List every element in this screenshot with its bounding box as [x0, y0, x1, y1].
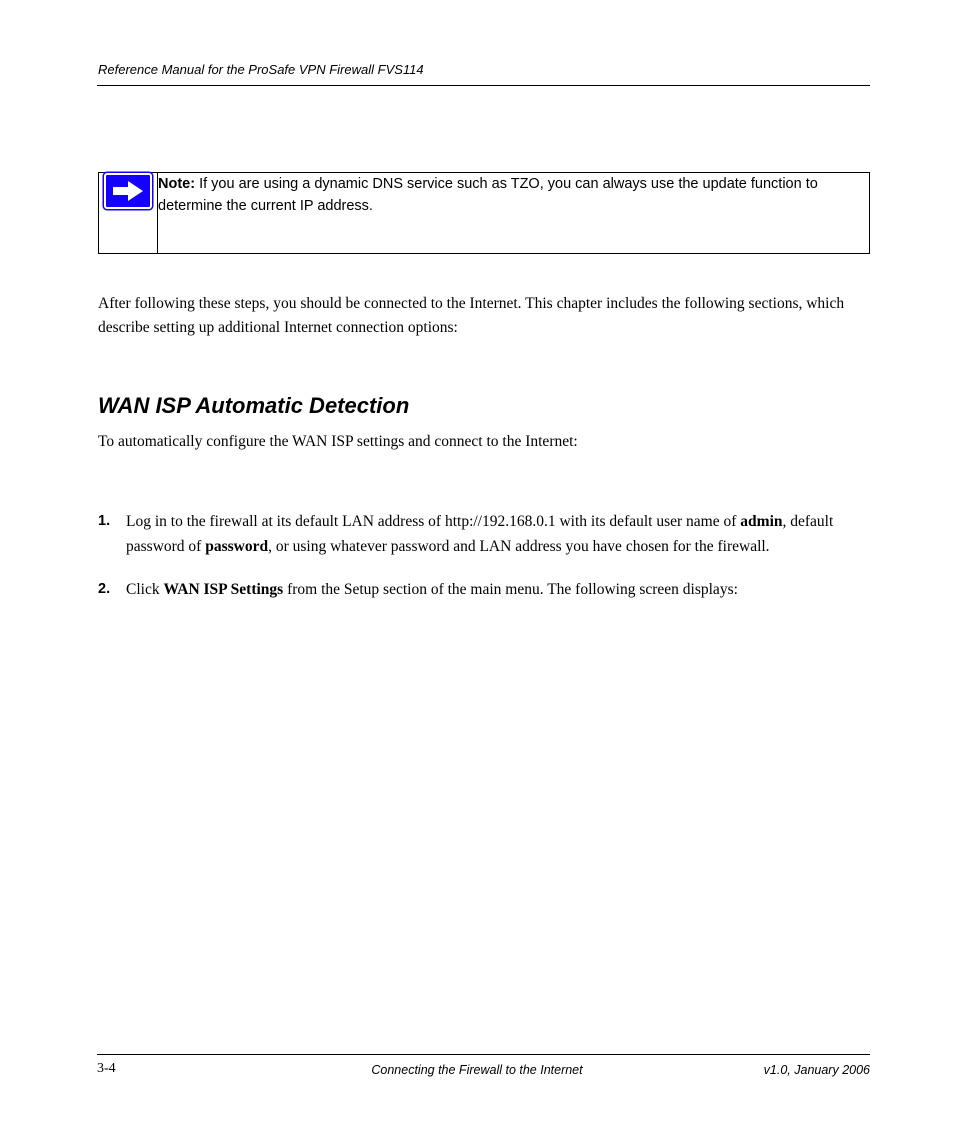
footer-version: v1.0, January 2006 [764, 1063, 870, 1077]
bold-password: password [205, 538, 268, 555]
header-rule [97, 85, 870, 86]
running-header: Reference Manual for the ProSafe VPN Fir… [98, 62, 424, 77]
bold-menu-item: WAN ISP Settings [163, 581, 283, 598]
heading-intro: To automatically configure the WAN ISP s… [98, 430, 870, 454]
note-callout: Note: If you are using a dynamic DNS ser… [98, 172, 870, 254]
step-number: 2. [98, 578, 110, 601]
note-label: Note: [158, 176, 195, 192]
note-body: If you are using a dynamic DNS service s… [158, 176, 818, 214]
page: Reference Manual for the ProSafe VPN Fir… [0, 0, 954, 1145]
bold-admin: admin [740, 513, 782, 530]
intro-paragraph: After following these steps, you should … [98, 292, 870, 340]
arrow-right-icon [104, 173, 152, 209]
note-icon-cell [99, 173, 158, 254]
step-1: 1. Log in to the firewall at its default… [98, 510, 870, 560]
step-number: 1. [98, 510, 110, 533]
step-text: Click WAN ISP Settings from the Setup se… [126, 581, 738, 598]
step-text: Log in to the firewall at its default LA… [126, 513, 833, 555]
note-text: Note: If you are using a dynamic DNS ser… [158, 173, 870, 254]
footer-rule [97, 1054, 870, 1055]
section-heading: WAN ISP Automatic Detection [98, 393, 870, 419]
steps-list: 1. Log in to the firewall at its default… [98, 510, 870, 620]
step-2: 2. Click WAN ISP Settings from the Setup… [98, 578, 870, 603]
